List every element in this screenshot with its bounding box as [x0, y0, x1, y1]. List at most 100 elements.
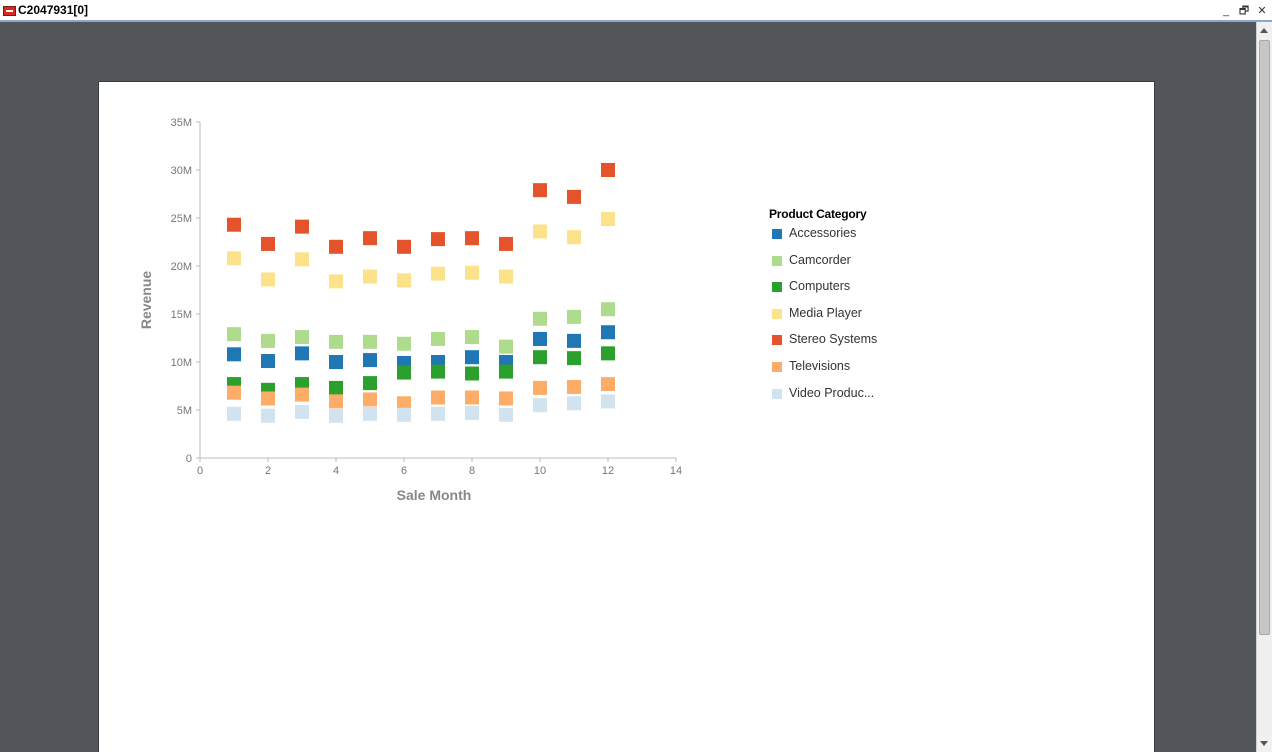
minimize-icon[interactable]: _ — [1219, 4, 1233, 18]
data-point-televisions[interactable] — [431, 390, 445, 405]
data-point-camcorder[interactable] — [261, 333, 275, 348]
data-point-media-player[interactable] — [601, 211, 615, 226]
data-point-stereo-systems[interactable] — [499, 236, 513, 251]
data-point-accessories[interactable] — [363, 353, 377, 368]
legend-item[interactable]: Televisions — [769, 359, 866, 386]
data-point-camcorder[interactable] — [329, 334, 343, 349]
data-point-computers[interactable] — [465, 366, 479, 381]
data-point-accessories[interactable] — [567, 333, 581, 348]
data-point-stereo-systems[interactable] — [295, 219, 309, 234]
legend-item[interactable]: Camcorder — [769, 253, 866, 280]
data-point-video-produc[interactable] — [431, 406, 445, 421]
data-point-stereo-systems[interactable] — [329, 239, 343, 254]
legend-swatch — [772, 255, 782, 266]
data-point-computers[interactable] — [431, 364, 445, 379]
x-tick-label: 14 — [670, 465, 682, 477]
data-point-televisions[interactable] — [227, 385, 241, 400]
data-point-camcorder[interactable] — [601, 302, 615, 317]
data-point-stereo-systems[interactable] — [465, 231, 479, 246]
data-point-accessories[interactable] — [227, 347, 241, 362]
data-point-accessories[interactable] — [261, 354, 275, 369]
data-point-camcorder[interactable] — [295, 330, 309, 345]
data-point-computers[interactable] — [329, 380, 343, 395]
data-point-accessories[interactable] — [295, 346, 309, 361]
data-point-video-produc[interactable] — [329, 408, 343, 423]
data-point-televisions[interactable] — [499, 391, 513, 406]
data-point-stereo-systems[interactable] — [363, 231, 377, 246]
scroll-down-icon[interactable] — [1260, 741, 1268, 746]
data-point-camcorder[interactable] — [567, 309, 581, 324]
legend-item[interactable]: Stereo Systems — [769, 332, 877, 359]
data-point-televisions[interactable] — [329, 394, 343, 409]
data-point-video-produc[interactable] — [363, 406, 377, 421]
y-tick-label: 0 — [186, 453, 192, 465]
data-point-stereo-systems[interactable] — [431, 232, 445, 247]
data-point-accessories[interactable] — [533, 331, 547, 346]
data-point-video-produc[interactable] — [261, 408, 275, 423]
data-point-accessories[interactable] — [601, 325, 615, 340]
data-point-camcorder[interactable] — [397, 336, 411, 351]
data-point-camcorder[interactable] — [465, 330, 479, 345]
data-point-media-player[interactable] — [499, 269, 513, 284]
x-tick-label: 2 — [265, 465, 271, 477]
data-point-computers[interactable] — [363, 376, 377, 391]
data-point-televisions[interactable] — [261, 391, 275, 406]
data-point-video-produc[interactable] — [397, 407, 411, 422]
data-point-stereo-systems[interactable] — [261, 236, 275, 251]
data-point-stereo-systems[interactable] — [397, 239, 411, 254]
legend-item[interactable]: Computers — [769, 279, 866, 306]
data-point-video-produc[interactable] — [295, 404, 309, 419]
data-point-computers[interactable] — [397, 365, 411, 380]
data-point-media-player[interactable] — [431, 266, 445, 281]
data-point-computers[interactable] — [533, 350, 547, 365]
vertical-scrollbar[interactable] — [1256, 22, 1272, 752]
data-point-stereo-systems[interactable] — [533, 183, 547, 198]
scatter-chart: 0 5M 10M 15M 20M 25M 30M 35M 0 2 4 6 8 10 12 14 Sale Mo… — [138, 117, 682, 503]
data-point-computers[interactable] — [601, 346, 615, 361]
data-point-media-player[interactable] — [465, 265, 479, 280]
data-point-media-player[interactable] — [295, 252, 309, 267]
data-point-camcorder[interactable] — [431, 331, 445, 346]
data-point-video-produc[interactable] — [567, 396, 581, 411]
legend-item[interactable]: Accessories — [769, 226, 866, 253]
y-axis-title: Revenue — [138, 271, 154, 330]
restore-icon[interactable]: 🗗 — [1237, 4, 1251, 18]
data-point-video-produc[interactable] — [533, 398, 547, 413]
data-point-camcorder[interactable] — [499, 339, 513, 354]
data-point-camcorder[interactable] — [227, 327, 241, 342]
data-point-televisions[interactable] — [533, 380, 547, 395]
data-point-media-player[interactable] — [329, 274, 343, 289]
data-point-stereo-systems[interactable] — [567, 189, 581, 204]
data-point-televisions[interactable] — [363, 392, 377, 407]
legend-item[interactable]: Media Player — [769, 306, 866, 333]
data-point-televisions[interactable] — [465, 390, 479, 405]
scrollbar-thumb[interactable] — [1259, 40, 1270, 635]
data-point-camcorder[interactable] — [533, 311, 547, 326]
scroll-up-icon[interactable] — [1260, 28, 1268, 33]
legend-swatch — [772, 229, 782, 239]
data-point-televisions[interactable] — [295, 387, 309, 402]
data-point-video-produc[interactable] — [601, 394, 615, 409]
data-point-media-player[interactable] — [533, 224, 547, 239]
data-point-media-player[interactable] — [227, 251, 241, 266]
data-point-video-produc[interactable] — [499, 407, 513, 422]
data-point-stereo-systems[interactable] — [227, 217, 241, 232]
legend-item[interactable]: Video Produc... — [769, 386, 874, 413]
data-point-video-produc[interactable] — [227, 406, 241, 421]
data-point-media-player[interactable] — [567, 230, 581, 245]
data-point-computers[interactable] — [567, 351, 581, 366]
data-point-video-produc[interactable] — [465, 405, 479, 420]
close-icon[interactable]: ✕ — [1255, 4, 1269, 18]
y-tick-label: 30M — [171, 165, 192, 177]
data-point-computers[interactable] — [499, 364, 513, 379]
data-point-stereo-systems[interactable] — [601, 163, 615, 177]
data-point-televisions[interactable] — [601, 377, 615, 392]
data-point-media-player[interactable] — [363, 269, 377, 284]
data-point-media-player[interactable] — [261, 272, 275, 287]
data-point-accessories[interactable] — [465, 350, 479, 365]
data-point-media-player[interactable] — [397, 273, 411, 288]
legend-label: Video Produc... — [789, 385, 875, 400]
data-point-camcorder[interactable] — [363, 334, 377, 349]
data-point-televisions[interactable] — [567, 379, 581, 394]
data-point-accessories[interactable] — [329, 355, 343, 369]
